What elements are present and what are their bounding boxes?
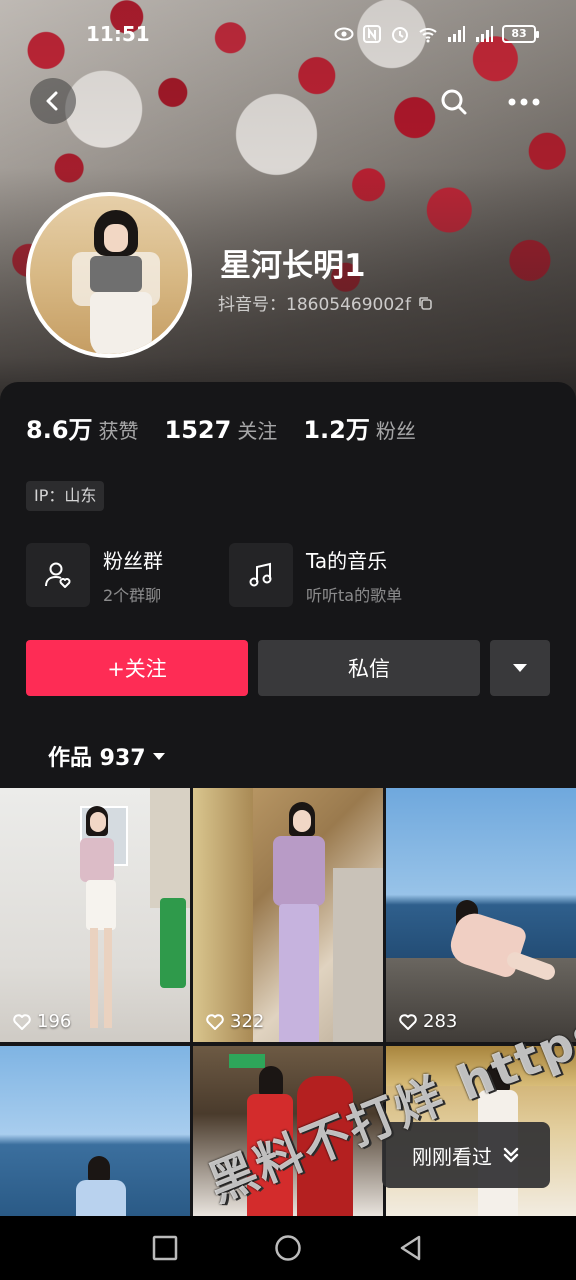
system-navigation-bar [0, 1216, 576, 1280]
exit-sign [229, 1054, 265, 1068]
figure-dress [76, 1180, 126, 1216]
search-button[interactable] [432, 80, 476, 124]
more-actions-button[interactable] [490, 640, 550, 696]
video-tile[interactable] [0, 1046, 190, 1216]
video-likes-count: 283 [423, 1011, 458, 1032]
signal-icon-1 [448, 26, 465, 42]
alarm-icon [392, 27, 408, 43]
stat-likes[interactable]: 8.6万 获赞 [26, 410, 139, 445]
message-button[interactable]: 私信 [258, 640, 480, 696]
interior-wall [333, 868, 383, 1042]
copy-icon[interactable] [417, 295, 433, 311]
heart-icon [13, 1013, 31, 1030]
figure-leg [104, 928, 112, 1028]
heart-icon [206, 1013, 224, 1030]
figure-face [293, 810, 311, 832]
door-frame [193, 788, 253, 1042]
stat-likes-label: 获赞 [98, 419, 139, 443]
back-triangle-icon[interactable] [398, 1235, 424, 1261]
profile-id[interactable]: 抖音号：18605469002f [218, 290, 433, 315]
fan-group-subtitle: 2个群聊 [103, 585, 162, 605]
stat-followers-value: 1.2万 [303, 416, 370, 444]
music-subtitle: 听听ta的歌单 [306, 585, 403, 605]
chevron-left-icon [46, 91, 58, 111]
signal-icon-2 [476, 26, 493, 42]
profile-id-text: 抖音号：18605469002f [218, 295, 411, 315]
stat-likes-value: 8.6万 [26, 416, 93, 444]
stat-following-value: 1527 [164, 416, 232, 444]
caret-down-icon [513, 664, 527, 672]
stat-followers-label: 粉丝 [375, 419, 416, 443]
figure-face [90, 812, 106, 832]
figure-hair [259, 1066, 283, 1096]
stat-following-label: 关注 [237, 419, 278, 443]
figure-top [80, 838, 114, 882]
music-title: Ta的音乐 [306, 548, 388, 573]
fan-group-icon [26, 543, 90, 607]
video-likes-count: 196 [37, 1011, 72, 1032]
avatar-figure-top [90, 256, 142, 292]
stat-followers[interactable]: 1.2万 粉丝 [303, 410, 416, 445]
tab-works[interactable]: 作品 937 [48, 740, 166, 772]
figure-leg [90, 928, 98, 1028]
profile-name: 星河长明1 [220, 248, 366, 284]
heart-icon [399, 1013, 417, 1030]
back-button[interactable] [30, 78, 76, 124]
profile-avatar[interactable] [26, 192, 192, 358]
fan-group-title: 粉丝群 [103, 548, 163, 573]
double-chevron-down-icon [503, 1147, 519, 1163]
video-tile[interactable]: 196 [0, 788, 190, 1042]
figure-top [273, 836, 325, 906]
nfc-icon [363, 25, 381, 43]
avatar-figure-skirt [90, 292, 152, 354]
search-icon [441, 89, 467, 115]
follow-button[interactable]: +关注 [26, 640, 248, 696]
wall-print [150, 788, 190, 908]
more-button[interactable] [500, 80, 548, 124]
avatar-figure-face [104, 224, 128, 252]
home-icon[interactable] [274, 1234, 302, 1262]
fan-group-entry[interactable]: 粉丝群 2个群聊 [26, 543, 163, 607]
music-note-icon [229, 543, 293, 607]
recently-viewed-label: 刚刚看过 [412, 1144, 492, 1169]
battery-indicator: 83 [502, 25, 539, 43]
wifi-icon [419, 28, 437, 43]
stat-following[interactable]: 1527 关注 [165, 415, 278, 444]
hanging-clothes [160, 898, 186, 988]
music-entry[interactable]: Ta的音乐 听听ta的歌单 [229, 543, 402, 607]
more-dots-icon [508, 98, 540, 106]
recent-apps-icon[interactable] [152, 1235, 178, 1261]
figure-hair [88, 1156, 110, 1182]
video-tile[interactable]: 322 [193, 788, 383, 1042]
figure-skirt [86, 880, 116, 930]
eye-icon [334, 27, 354, 41]
video-tile[interactable]: 283 [386, 788, 576, 1042]
status-time: 11:51 [86, 22, 150, 46]
video-likes-count: 322 [230, 1011, 265, 1032]
video-likes: 196 [12, 1011, 71, 1032]
tab-works-label: 作品 937 [48, 746, 146, 771]
caret-down-icon [152, 752, 165, 760]
profile-stats: 8.6万 获赞 1527 关注 1.2万 粉丝 [26, 410, 442, 445]
video-likes: 322 [205, 1011, 264, 1032]
video-likes: 283 [398, 1011, 457, 1032]
status-bar: 11:51 83 [0, 18, 576, 54]
ip-location-tag: IP：山东 [26, 481, 105, 511]
status-icons: 83 [334, 24, 539, 44]
figure-pants [279, 904, 319, 1042]
